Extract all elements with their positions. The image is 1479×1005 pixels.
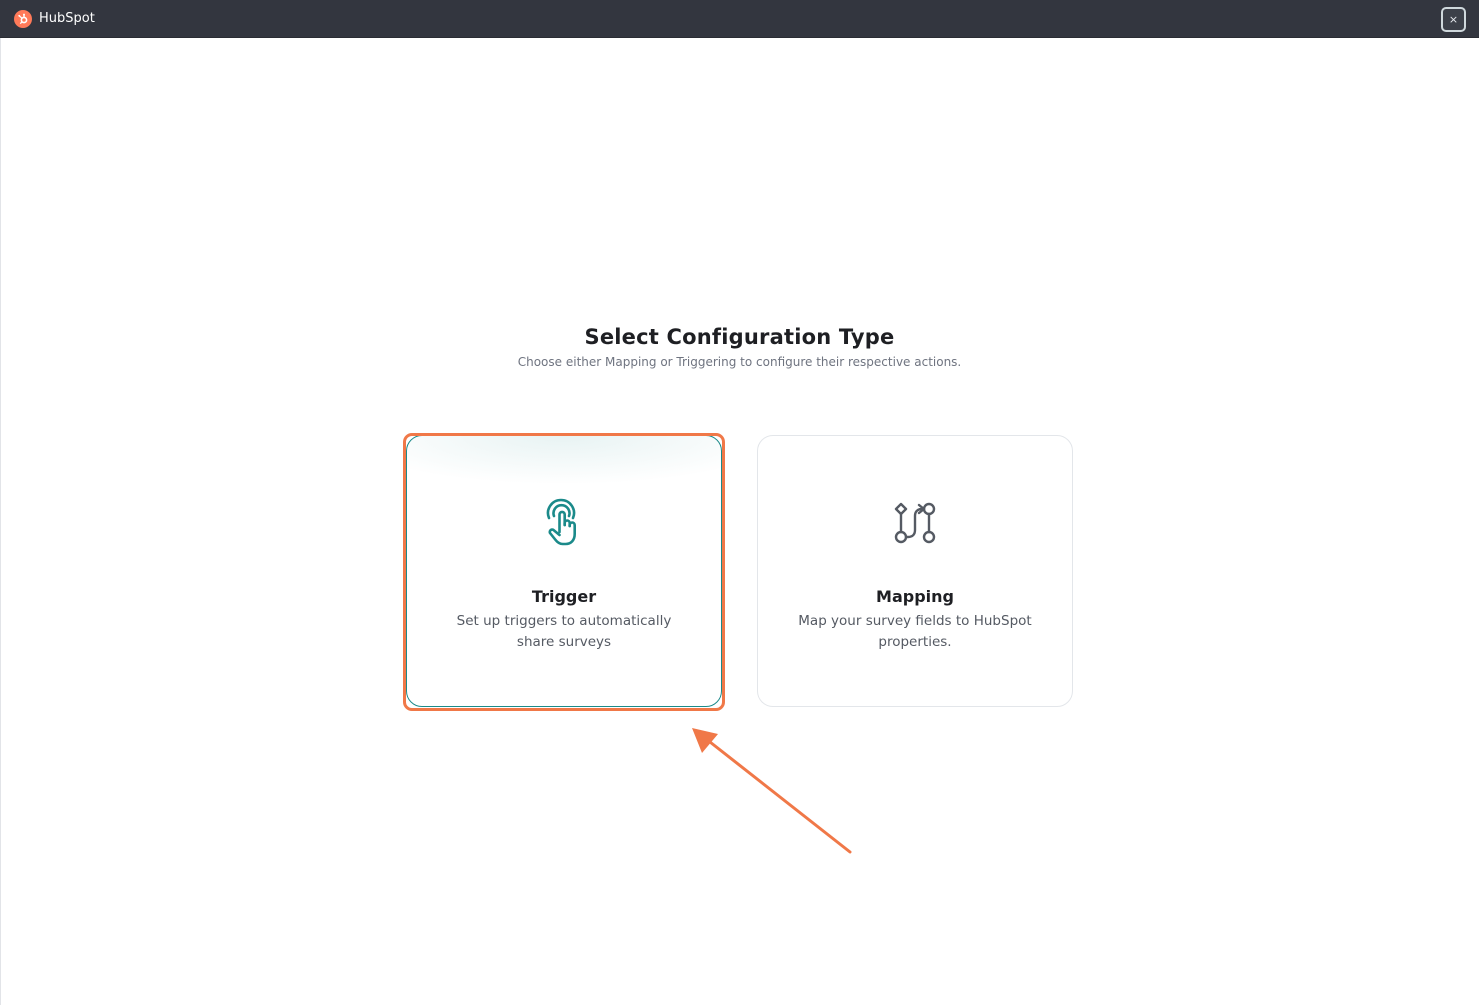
mapping-card[interactable]: Mapping Map your survey fields to HubSpo… — [757, 435, 1073, 707]
trigger-card[interactable]: Trigger Set up triggers to automatically… — [406, 435, 722, 707]
page-title: Select Configuration Type — [584, 325, 895, 349]
mapping-nodes-icon — [891, 496, 939, 550]
close-button[interactable]: × — [1441, 7, 1466, 32]
window-titlebar: HubSpot × — [0, 0, 1479, 38]
page-subtitle: Choose either Mapping or Triggering to c… — [517, 355, 962, 369]
close-icon: × — [1448, 13, 1459, 26]
mapping-card-title: Mapping — [876, 587, 954, 606]
hubspot-logo-icon — [14, 10, 32, 28]
trigger-card-description: Set up triggers to automatically share s… — [456, 613, 672, 650]
annotation-arrow-icon — [692, 728, 852, 854]
tap-finger-icon — [540, 496, 588, 550]
mapping-card-description: Map your survey fields to HubSpot proper… — [798, 613, 1032, 650]
app-title: HubSpot — [39, 11, 95, 26]
trigger-card-title: Trigger — [531, 587, 597, 606]
window-left-border — [0, 38, 1, 1005]
